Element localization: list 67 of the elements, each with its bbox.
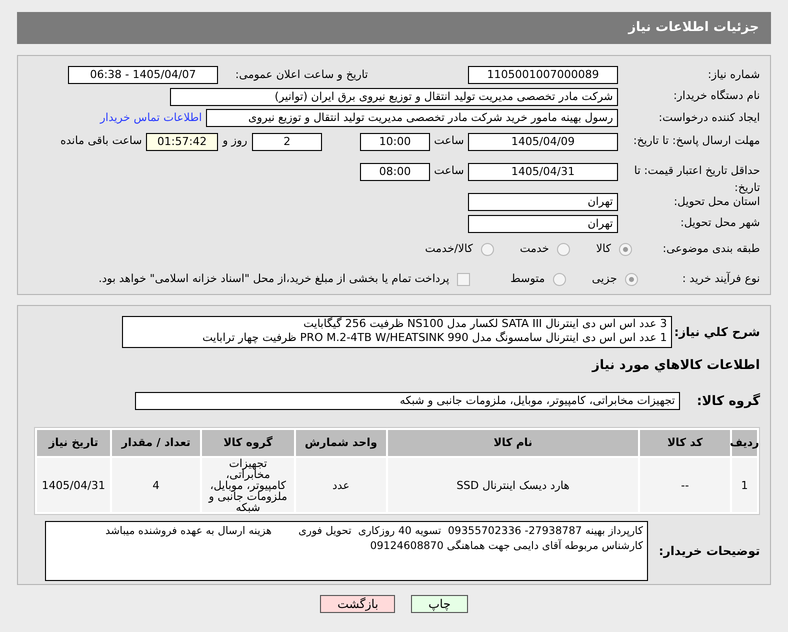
checkbox-label: پرداخت تمام یا بخشی از مبلغ خرید،از محل "اسناد خزانه اسلامی" خواهد بود. xyxy=(98,270,450,287)
validity-date-field: 1405/04/31 xyxy=(468,163,618,182)
creator-field: رسول بهینه مامور خرید شرکت مادر تخصصی مدیریت تولید انتقال و توزیع نیروی xyxy=(206,109,618,128)
radio-button[interactable] xyxy=(552,272,566,286)
buyer-contact-link[interactable]: اطلاعات تماس خریدار xyxy=(100,110,202,127)
city-field: تهران xyxy=(468,214,618,233)
field-label: طبقه بندی موضوعی: xyxy=(662,241,760,258)
table-cell: هارد دیسک اینترنال SSD xyxy=(388,458,638,512)
radio-button[interactable] xyxy=(480,242,494,256)
field-label: گروه کالا: xyxy=(696,392,760,410)
print-button[interactable]: چاپ xyxy=(411,595,468,613)
field-label: شرح کلي نياز: xyxy=(673,324,760,341)
days-field: 2 xyxy=(252,133,322,152)
column-header: تاریخ نیاز xyxy=(37,430,110,456)
field-label: نوع فرآیند خرید : xyxy=(681,270,760,287)
column-header: تعداد / مقدار xyxy=(112,430,200,456)
province-field: تهران xyxy=(468,192,618,211)
field-label: توضیحات خریدار: xyxy=(658,543,760,560)
goods-section-title: اطلاعات کالاهاي مورد نياز xyxy=(590,357,760,375)
notes-line: کارشناس مربوطه آقای دایمی جهت هماهنگی 09124608870 xyxy=(369,539,643,554)
time-label: ساعت xyxy=(433,133,465,150)
validity-time-field: 08:00 xyxy=(360,163,430,182)
announce-date-field: 1405/04/07 - 06:38 xyxy=(68,66,218,84)
table-cell: 1405/04/31 xyxy=(37,458,110,512)
radio-label: کالا xyxy=(596,241,611,258)
field-label: مهلت ارسال پاسخ: تا تاریخ: xyxy=(632,133,760,150)
column-header: نام کالا xyxy=(388,430,638,456)
radio-label: کالا/خدمت xyxy=(425,241,473,258)
radio-button[interactable] xyxy=(625,272,638,286)
page-title: جزئیات اطلاعات نیاز xyxy=(628,19,759,38)
description-line: 3 عدد اس اس دی اینترنال SATA III لکسار مدل NS100 ظرفیت 256 گیگابایت xyxy=(302,317,667,331)
field-label: شماره نیاز: xyxy=(706,66,760,83)
deadline-date-field: 1405/04/09 xyxy=(468,133,618,152)
table-cell: تجهیزات مخابراتی، کامپیوتر، موبایل، ملزومات جانبی و شبکه xyxy=(202,458,294,512)
table-cell: 4 xyxy=(112,458,200,512)
days-label: روز و xyxy=(221,133,248,150)
field-label: تاریخ و ساعت اعلان عمومی: xyxy=(234,66,368,83)
field-label: استان محل تحویل: xyxy=(672,194,760,210)
description-line: 1 عدد اس اس دی اینترنال سامسونگ مدل PRO M.2-4TB W/HEATSINK 990 ظرفیت چهار ترابایت xyxy=(201,331,667,345)
radio-button[interactable] xyxy=(619,242,632,256)
field-label: شهر محل تحویل: xyxy=(679,215,760,232)
back-button[interactable]: بازگشت xyxy=(320,595,396,613)
radio-label: جزیی xyxy=(592,270,617,287)
field-label: نام دستگاه خریدار: xyxy=(672,88,760,104)
buyer-notes-field[interactable]: کارپرداز بهینه 27938787- 09355702336 تسویه 40 روزکاری تحویل فوری هزینه ارسال به عهده فروشنده میباشد کارشناس مربوطه آقای دایمی جهت هماهنگی 09124608870 xyxy=(45,521,648,581)
radio-label: خدمت xyxy=(520,241,550,258)
buyer-field: شرکت مادر تخصصی مدیریت تولید انتقال و توزیع نیروی برق ایران (توانیر) xyxy=(170,88,618,106)
table-cell: 1 xyxy=(732,458,757,512)
radio-button[interactable] xyxy=(557,242,570,256)
remaining-time-field: 01:57:42 xyxy=(146,133,218,152)
checkbox[interactable] xyxy=(457,272,470,286)
need-number-field: 1105001007000089 xyxy=(468,66,618,84)
table-cell: عدد xyxy=(296,458,386,512)
field-label: حداقل تاریخ اعتبار قیمت: تا تاریخ: xyxy=(633,163,760,196)
column-header: واحد شمارش xyxy=(296,430,386,456)
description-field[interactable]: 3 عدد اس اس دی اینترنال SATA III لکسار مدل NS100 ظرفیت 256 گیگابایت 1 عدد اس اس دی اینترنال سامسونگ مدل PRO M.2-4TB W/HEATSINK 990 ظرفیت چهار ترابایت xyxy=(122,316,672,348)
goods-group-field: تجهیزات مخابراتی، کامپیوتر، موبایل، ملزومات جانبی و شبکه xyxy=(135,392,680,410)
column-header: ردیف xyxy=(732,430,757,456)
column-header: گروه کالا xyxy=(202,430,294,456)
radio-label: متوسط xyxy=(510,270,545,287)
remaining-label: ساعت باقی مانده xyxy=(60,133,142,150)
time-label: ساعت xyxy=(433,163,465,180)
deadline-time-field: 10:00 xyxy=(360,133,430,152)
table-cell: -- xyxy=(640,458,730,512)
notes-line: کارپرداز بهینه 27938787- 09355702336 تسویه 40 روزکاری تحویل فوری هزینه ارسال به عهده فروشنده میباشد xyxy=(104,524,643,539)
column-header: کد کالا xyxy=(640,430,730,456)
field-label: ایجاد کننده درخواست: xyxy=(658,110,760,126)
